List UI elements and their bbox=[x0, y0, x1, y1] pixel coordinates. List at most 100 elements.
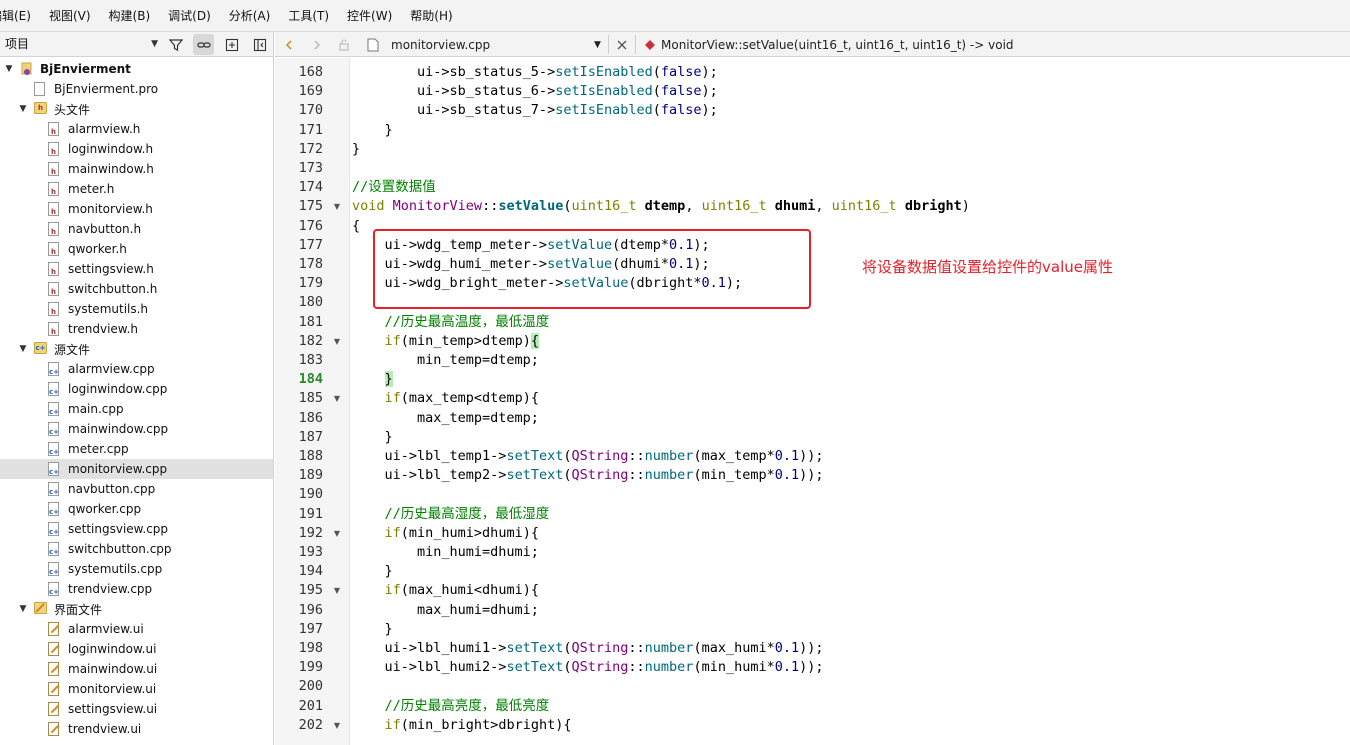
tree-item[interactable]: c+ loginwindow.cpp bbox=[0, 379, 273, 399]
tree-item[interactable]: alarmview.ui bbox=[0, 619, 273, 639]
fold-toggle-icon[interactable]: ▼ bbox=[332, 581, 342, 600]
code-token: } bbox=[352, 563, 393, 580]
tree-item[interactable]: c+ mainwindow.cpp bbox=[0, 419, 273, 439]
code-token: ); bbox=[701, 102, 718, 119]
menu-view[interactable]: 视图(V) bbox=[40, 0, 100, 32]
close-icon[interactable] bbox=[616, 32, 628, 57]
expand-arrow-icon[interactable]: ▼ bbox=[4, 64, 14, 74]
expand-arrow-icon[interactable]: ▼ bbox=[18, 104, 28, 114]
chevron-down-icon: ▼ bbox=[151, 39, 158, 49]
menu-analyze[interactable]: 分析(A) bbox=[220, 0, 280, 32]
line-number: 192 bbox=[298, 524, 323, 541]
tree-item[interactable]: h loginwindow.h bbox=[0, 139, 273, 159]
folder-icon: c+ bbox=[34, 342, 47, 354]
code-token: ui->sb_status_5-> bbox=[352, 64, 556, 80]
code-token: setValue bbox=[498, 198, 564, 215]
tree-item[interactable]: c+ meter.cpp bbox=[0, 439, 273, 459]
code-token: if bbox=[384, 716, 401, 733]
menu-build[interactable]: 构建(B) bbox=[100, 0, 160, 32]
line-number: 198 bbox=[298, 640, 323, 656]
tree-item[interactable]: mainwindow.ui bbox=[0, 659, 273, 679]
menu-tools[interactable]: 工具(T) bbox=[279, 0, 338, 32]
tree-item[interactable]: h settingsview.h bbox=[0, 259, 273, 279]
code-token: )); bbox=[799, 448, 824, 464]
tree-item[interactable]: h trendview.h bbox=[0, 319, 273, 339]
tree-item[interactable]: settingsview.ui bbox=[0, 699, 273, 719]
tree-item[interactable]: h switchbutton.h bbox=[0, 279, 273, 299]
folder-icon bbox=[34, 602, 47, 614]
chevron-right-icon[interactable] bbox=[311, 32, 323, 57]
expand-arrow-icon[interactable]: ▼ bbox=[18, 344, 28, 354]
tree-item[interactable]: ▼ h 头文件 bbox=[0, 99, 273, 119]
annotation-text: 将设备数据值设置给控件的value属性 bbox=[862, 258, 1113, 276]
project-view-combo[interactable]: 项目 ▼ bbox=[2, 34, 160, 55]
file-name-label[interactable]: monitorview.cpp bbox=[391, 32, 490, 57]
code-token: ui->sb_status_6-> bbox=[352, 83, 556, 100]
menu-bar: 编辑(E) 视图(V) 构建(B) 调试(D) 分析(A) 工具(T) 控件(W… bbox=[0, 0, 1350, 32]
expand-arrow-icon[interactable]: ▼ bbox=[18, 604, 28, 614]
fold-toggle-icon[interactable]: ▼ bbox=[332, 716, 342, 735]
tree-item[interactable]: loginwindow.ui bbox=[0, 639, 273, 659]
lock-icon[interactable] bbox=[338, 32, 350, 57]
tree-item[interactable]: trendview.ui bbox=[0, 719, 273, 739]
code-line: ui->lbl_humi1->setText(QString::number(m… bbox=[352, 639, 824, 658]
tree-item[interactable]: h monitorview.h bbox=[0, 199, 273, 219]
tree-item[interactable]: monitorview.ui bbox=[0, 679, 273, 699]
tree-item[interactable]: h qworker.h bbox=[0, 239, 273, 259]
fold-toggle-icon[interactable]: ▼ bbox=[332, 197, 342, 216]
split-add-icon[interactable] bbox=[221, 34, 242, 55]
menu-edit[interactable]: 编辑(E) bbox=[0, 0, 40, 32]
link-icon[interactable] bbox=[193, 34, 214, 55]
tree-item-label: qworker.h bbox=[68, 242, 127, 256]
tree-item-label: alarmview.cpp bbox=[68, 362, 155, 376]
line-number: 201 bbox=[298, 697, 323, 714]
tree-item[interactable]: h navbutton.h bbox=[0, 219, 273, 239]
tree-item[interactable]: ▼ c+ 源文件 bbox=[0, 339, 273, 359]
tree-item[interactable]: c+ monitorview.cpp bbox=[0, 459, 273, 479]
code-line: min_humi=dhumi; bbox=[352, 543, 539, 562]
tree-item[interactable]: BjEnvierment.pro bbox=[0, 79, 273, 99]
tree-item[interactable]: h alarmview.h bbox=[0, 119, 273, 139]
code-line: } bbox=[352, 140, 360, 159]
close-pane-icon[interactable] bbox=[249, 34, 270, 55]
code-line: max_humi=dhumi; bbox=[352, 601, 539, 620]
tree-item[interactable]: c+ navbutton.cpp bbox=[0, 479, 273, 499]
fold-toggle-icon[interactable]: ▼ bbox=[332, 524, 342, 543]
tree-item[interactable]: c+ trendview.cpp bbox=[0, 579, 273, 599]
fold-toggle-icon[interactable]: ▼ bbox=[332, 389, 342, 408]
tree-item[interactable]: c+ systemutils.cpp bbox=[0, 559, 273, 579]
tree-item[interactable]: c+ main.cpp bbox=[0, 399, 273, 419]
tree-item[interactable]: h mainwindow.h bbox=[0, 159, 273, 179]
filter-icon[interactable] bbox=[165, 34, 186, 55]
tree-item-label: 源文件 bbox=[54, 342, 91, 357]
code-token: QString bbox=[571, 448, 629, 464]
symbol-selector[interactable]: MonitorView::setValue(uint16_t, uint16_t… bbox=[661, 32, 1014, 57]
line-number: 173 bbox=[298, 160, 323, 176]
cpp-file-icon: c+ bbox=[48, 462, 59, 476]
tree-item-label: 头文件 bbox=[54, 102, 91, 117]
chevron-left-icon[interactable] bbox=[283, 32, 295, 57]
chevron-down-icon[interactable]: ▼ bbox=[594, 32, 601, 57]
code-token: (min_humi* bbox=[693, 659, 775, 676]
tree-item[interactable]: c+ alarmview.cpp bbox=[0, 359, 273, 379]
code-token: if bbox=[384, 524, 401, 541]
code-token: // bbox=[352, 505, 401, 522]
tree-item[interactable]: h meter.h bbox=[0, 179, 273, 199]
code-token: false bbox=[660, 102, 702, 119]
code-token: 历史最高温度，最低温度 bbox=[400, 313, 550, 330]
menu-controls[interactable]: 控件(W) bbox=[338, 0, 401, 32]
menu-help[interactable]: 帮助(H) bbox=[401, 0, 461, 32]
tree-item[interactable]: c+ switchbutton.cpp bbox=[0, 539, 273, 559]
code-line: ui->lbl_temp2->setText(QString::number(m… bbox=[352, 466, 824, 485]
code-token: min_temp=dtemp; bbox=[352, 352, 539, 368]
tree-item[interactable]: h systemutils.h bbox=[0, 299, 273, 319]
tree-item[interactable]: ▼ 界面文件 bbox=[0, 599, 273, 619]
code-token: uint16_t bbox=[831, 198, 897, 215]
tree-item[interactable]: c+ qworker.cpp bbox=[0, 499, 273, 519]
menu-debug[interactable]: 调试(D) bbox=[159, 0, 220, 32]
tree-item[interactable]: ▼ BjEnvierment bbox=[0, 59, 273, 79]
tree-item[interactable]: c+ settingsview.cpp bbox=[0, 519, 273, 539]
fold-toggle-icon[interactable]: ▼ bbox=[332, 332, 342, 351]
tree-item-label: monitorview.ui bbox=[68, 682, 157, 696]
